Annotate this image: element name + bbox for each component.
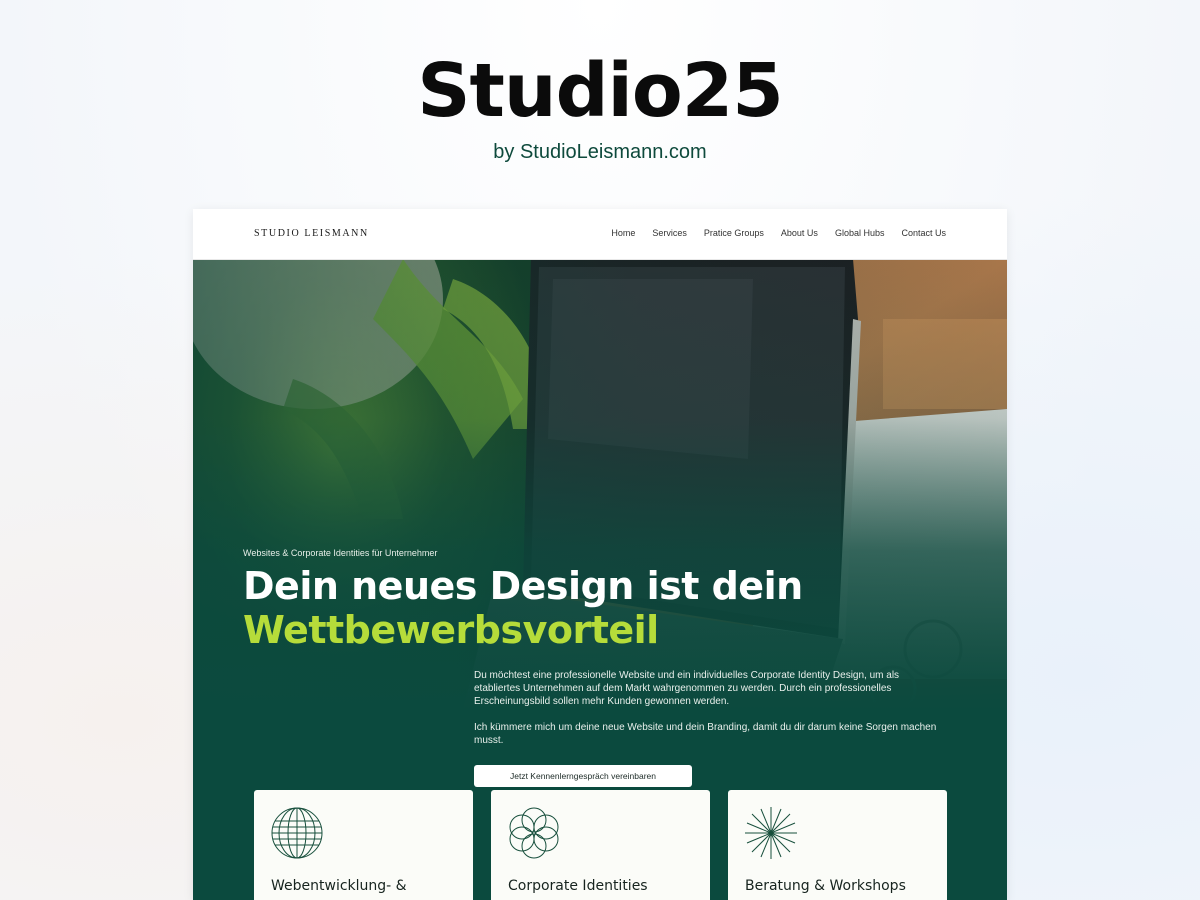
nav-link-global-hubs[interactable]: Global Hubs: [835, 228, 885, 238]
hero-headline-accent: Wettbewerbsvorteil: [243, 608, 659, 652]
card-title: Beratung & Workshops: [745, 878, 906, 894]
service-card-webdevelopment[interactable]: Webentwicklung- &: [254, 790, 473, 900]
showcase-title: Studio25: [417, 48, 784, 134]
nav-link-practice-groups[interactable]: Pratice Groups: [704, 228, 764, 238]
card-title: Webentwicklung- &: [271, 878, 407, 894]
hero-paragraph-2: Ich kümmere mich um deine neue Website u…: [474, 722, 937, 746]
card-title: Corporate Identities: [508, 878, 648, 894]
service-cards: Webentwicklung- & Corporate Identities B…: [254, 790, 947, 900]
hero-body-copy: Du möchtest eine professionelle Website …: [474, 669, 944, 760]
hero-eyebrow: Websites & Corporate Identities für Unte…: [243, 548, 438, 558]
service-card-consulting-workshops[interactable]: Beratung & Workshops: [728, 790, 947, 900]
top-navbar: STUDIO LEISMANN Home Services Pratice Gr…: [193, 209, 1007, 260]
nav-link-services[interactable]: Services: [652, 228, 687, 238]
nav-link-home[interactable]: Home: [611, 228, 635, 238]
nav-link-about-us[interactable]: About Us: [781, 228, 818, 238]
nav-links: Home Services Pratice Groups About Us Gl…: [611, 228, 946, 238]
showcase-subtitle: by StudioLeismann.com: [493, 141, 707, 163]
hero-headline-line1: Dein neues Design ist dein: [243, 564, 803, 608]
service-card-corporate-identities[interactable]: Corporate Identities: [491, 790, 710, 900]
starburst-icon: [745, 807, 797, 859]
hero-paragraph-1: Du möchtest eine professionelle Website …: [474, 670, 900, 707]
globe-icon: [271, 807, 323, 859]
hero-section: Websites & Corporate Identities für Unte…: [193, 259, 1007, 790]
hero-headline: Dein neues Design ist dein Wettbewerbsvo…: [243, 564, 803, 652]
site-logo[interactable]: STUDIO LEISMANN: [254, 228, 369, 239]
cta-button[interactable]: Jetzt Kennenlerngespräch vereinbaren: [474, 765, 692, 787]
website-preview: STUDIO LEISMANN Home Services Pratice Gr…: [193, 209, 1007, 900]
flower-icon: [509, 807, 559, 859]
nav-link-contact-us[interactable]: Contact Us: [901, 228, 946, 238]
